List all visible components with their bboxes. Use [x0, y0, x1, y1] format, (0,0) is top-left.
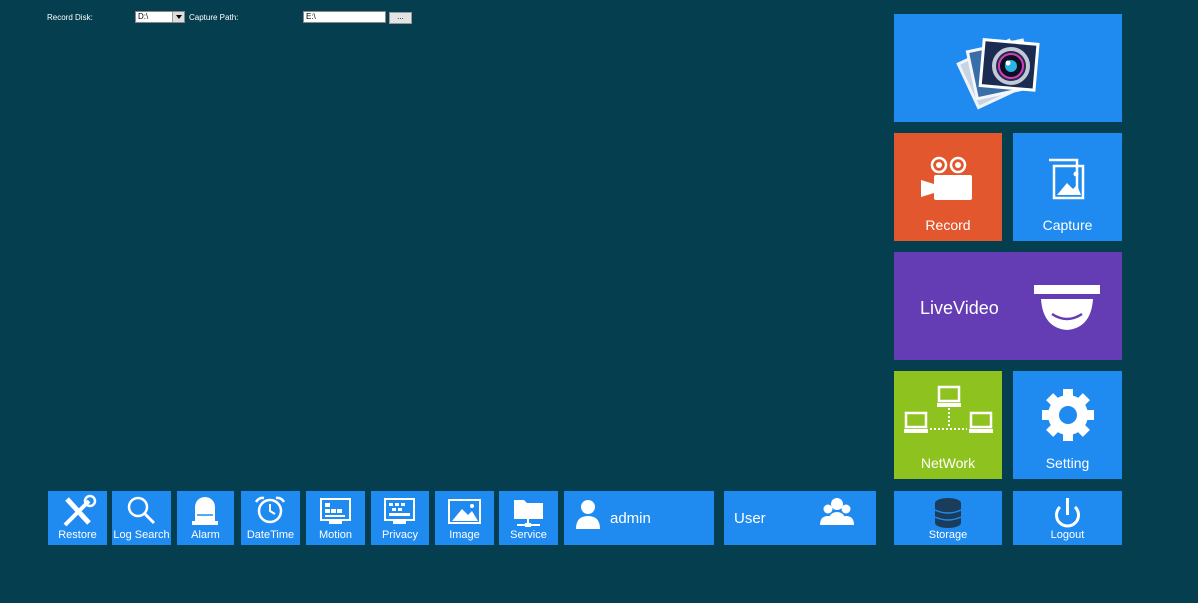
users-group-icon — [820, 498, 854, 525]
storage-label: Storage — [928, 529, 968, 541]
image-label: Image — [449, 529, 480, 541]
browse-button[interactable]: ... — [389, 12, 412, 24]
datetime-button[interactable]: DateTime — [241, 491, 300, 545]
image-button[interactable]: Image — [435, 491, 494, 545]
record-disk-label: Record Disk: — [47, 13, 93, 22]
record-tile[interactable]: Record — [894, 133, 1002, 241]
storage-tile[interactable]: Storage — [894, 491, 1002, 545]
privacy-button[interactable]: Privacy — [371, 491, 429, 545]
chevron-down-icon[interactable] — [172, 12, 184, 22]
capture-path-label: Capture Path: — [189, 13, 239, 22]
service-label: Service — [510, 529, 547, 541]
restore-label: Restore — [58, 529, 97, 541]
log-search-label: Log Search — [113, 529, 170, 541]
datetime-label: DateTime — [246, 529, 295, 541]
record-disk-value: D:\ — [138, 12, 149, 21]
record-disk-select[interactable]: D:\ — [135, 11, 185, 23]
capture-path-input[interactable]: E:\ — [303, 11, 386, 23]
network-tile[interactable]: NetWork — [894, 371, 1002, 479]
photo-stack-icon — [956, 38, 1040, 110]
setting-label: Setting — [1045, 455, 1090, 471]
alarm-button[interactable]: Alarm — [177, 491, 234, 545]
logout-label: Logout — [1050, 529, 1085, 541]
restore-button[interactable]: Restore — [48, 491, 107, 545]
setting-tile[interactable]: Setting — [1013, 371, 1122, 479]
alarm-label: Alarm — [191, 529, 220, 541]
capture-label: Capture — [1042, 217, 1093, 233]
admin-tile[interactable]: admin — [564, 491, 714, 545]
record-label: Record — [925, 217, 971, 233]
capture-tile[interactable]: Capture — [1013, 133, 1122, 241]
user-tile[interactable]: User — [724, 491, 876, 545]
dome-camera-icon — [1034, 285, 1100, 330]
log-search-button[interactable]: Log Search — [112, 491, 171, 545]
livevideo-tile[interactable]: LiveVideo — [894, 252, 1122, 360]
network-label: NetWork — [920, 455, 976, 471]
gallery-tile[interactable] — [894, 14, 1122, 122]
admin-label: admin — [610, 510, 651, 527]
logout-tile[interactable]: Logout — [1013, 491, 1122, 545]
service-button[interactable]: Service — [499, 491, 558, 545]
privacy-label: Privacy — [381, 529, 419, 541]
motion-label: Motion — [318, 529, 353, 541]
motion-button[interactable]: Motion — [306, 491, 365, 545]
